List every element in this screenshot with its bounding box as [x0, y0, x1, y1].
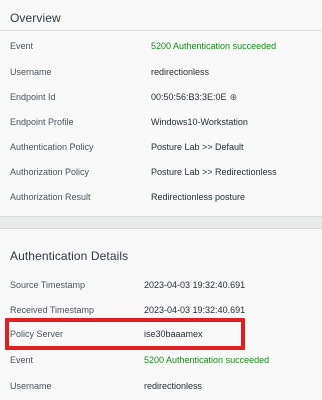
authentication-details-title: Authentication Details [10, 249, 129, 263]
endpoint-profile-label: Endpoint Profile [10, 117, 74, 127]
authentication-details-panel: Authentication Details Source Timestamp … [0, 228, 322, 400]
overview-divider [0, 30, 322, 31]
page: Overview Event 5200 Authentication succe… [0, 0, 322, 400]
authorization-policy-label: Authorization Policy [10, 167, 90, 177]
authorization-policy-value: Posture Lab >> Redirectionless [151, 167, 277, 177]
overview-title: Overview [10, 11, 61, 25]
authorization-result-value: Redirectionless posture [151, 192, 246, 202]
username-label: Username [10, 67, 52, 77]
endpoint-id-value: 00:50:56:B3:3E:0E [151, 92, 227, 102]
event-value-details: 5200 Authentication succeeded [144, 355, 270, 365]
authentication-policy-label: Authentication Policy [10, 142, 94, 152]
policy-server-highlight [5, 318, 245, 350]
username-value-details: redirectionless [144, 381, 203, 391]
received-timestamp-value: 2023-04-03 19:32:40.691 [144, 305, 246, 315]
username-value: redirectionless [151, 67, 210, 77]
target-icon[interactable]: ⊕ [230, 92, 238, 103]
event-label-details: Event [10, 355, 34, 365]
source-timestamp-label: Source Timestamp [10, 280, 86, 290]
source-timestamp-value: 2023-04-03 19:32:40.691 [144, 280, 246, 290]
authentication-policy-value: Posture Lab >> Default [151, 142, 244, 152]
username-label-details: Username [10, 381, 52, 391]
endpoint-profile-value: Windows10-Workstation [151, 117, 248, 127]
endpoint-id-row: 00:50:56:B3:3E:0E ⊕ [151, 92, 237, 103]
authorization-result-label: Authorization Result [10, 192, 91, 202]
received-timestamp-label: Received Timestamp [10, 305, 95, 315]
event-value: 5200 Authentication succeeded [151, 41, 277, 51]
endpoint-id-label: Endpoint Id [10, 92, 56, 102]
overview-panel: Overview Event 5200 Authentication succe… [0, 0, 322, 217]
event-label: Event [10, 41, 34, 51]
